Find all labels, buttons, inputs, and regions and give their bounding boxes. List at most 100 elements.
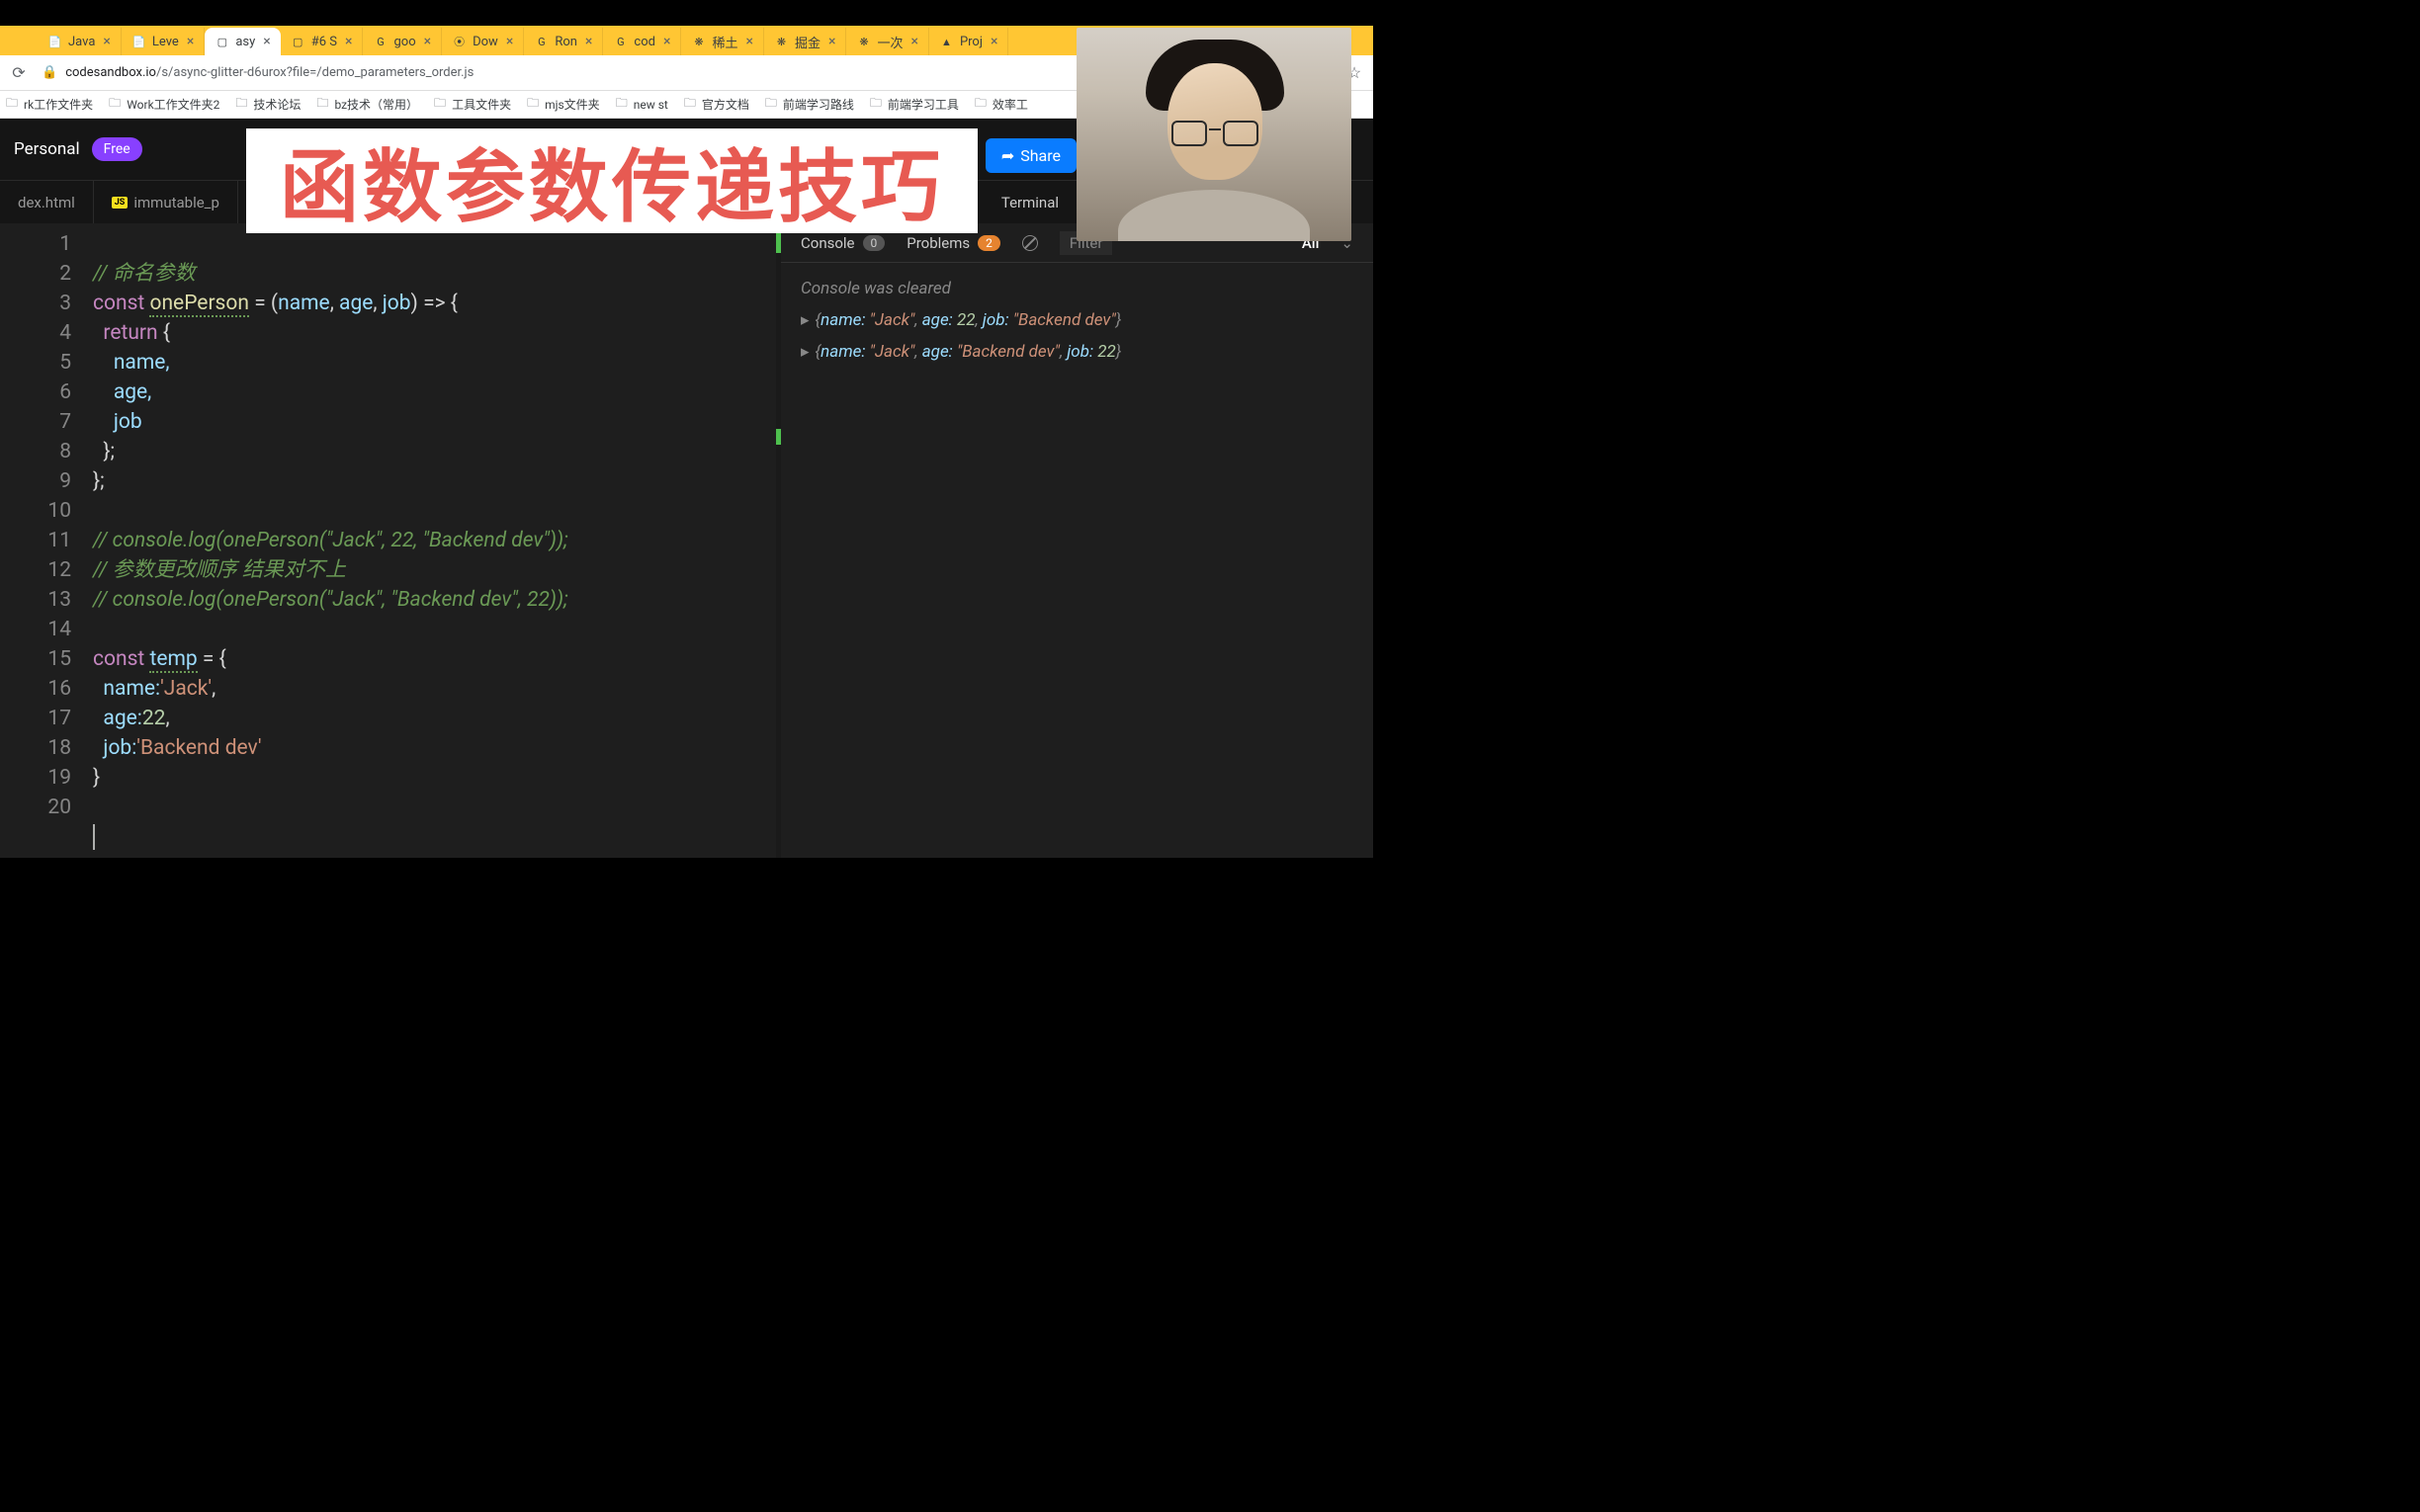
browser-tab[interactable]: ▢ #6 S × xyxy=(281,28,364,55)
tab-title: #6 S xyxy=(311,35,337,49)
close-tab-icon[interactable]: × xyxy=(745,34,752,49)
js-file-icon: JS xyxy=(112,197,129,209)
url-path: /s/async-glitter-d6urox?file=/demo_param… xyxy=(156,65,474,80)
bookmark-folder[interactable]: 🗀技术论坛 xyxy=(235,94,301,115)
tab-title: 一次 xyxy=(877,33,903,51)
browser-tab[interactable]: ❋ 稀土 × xyxy=(681,28,764,55)
bookmark-label: new st xyxy=(634,98,668,112)
folder-icon: 🗀 xyxy=(765,94,777,115)
folder-icon: 🗀 xyxy=(870,94,882,115)
console-output: Console was cleared ▸ {name: "Jack", age… xyxy=(781,263,1373,378)
video-overlay-title: 函数参数传递技巧 xyxy=(246,128,978,233)
close-tab-icon[interactable]: × xyxy=(991,34,997,49)
favicon: G xyxy=(534,35,549,49)
folder-icon: 🗀 xyxy=(109,94,121,115)
bookmark-label: 官方文档 xyxy=(702,96,749,113)
bookmark-label: 效率工 xyxy=(993,96,1028,113)
bookmark-folder[interactable]: 🗀rk工作文件夹 xyxy=(6,94,93,115)
terminal-tab[interactable]: Terminal xyxy=(984,194,1077,211)
tab-title: goo xyxy=(393,35,415,49)
favicon: ❋ xyxy=(774,35,789,49)
close-tab-icon[interactable]: × xyxy=(910,34,917,49)
workspace-label[interactable]: Personal xyxy=(14,139,80,159)
close-tab-icon[interactable]: × xyxy=(345,34,352,49)
tab-title: Dow xyxy=(473,35,498,49)
close-tab-icon[interactable]: × xyxy=(663,34,670,49)
favicon: ❋ xyxy=(691,35,706,49)
favicon: G xyxy=(373,35,388,49)
folder-icon: 🗀 xyxy=(975,94,987,115)
clear-console-icon[interactable] xyxy=(1022,235,1038,251)
bookmark-folder[interactable]: 🗀 mjs文件夹 xyxy=(527,94,600,115)
tab-title: Leve xyxy=(152,35,179,49)
close-tab-icon[interactable]: × xyxy=(506,34,513,49)
bookmark-label: mjs文件夹 xyxy=(545,96,600,113)
close-tab-icon[interactable]: × xyxy=(424,34,431,49)
favicon: ▲ xyxy=(939,35,954,49)
share-icon: ➦ xyxy=(1001,146,1014,165)
bookmark-folder[interactable]: 🗀 效率工 xyxy=(975,94,1028,115)
code-editor[interactable]: 1234567891011121314151617181920 // 命名参数 … xyxy=(0,223,781,858)
bookmark-folder[interactable]: 🗀 Work工作文件夹2 xyxy=(109,94,219,115)
browser-tab[interactable]: Ggoo × xyxy=(363,28,442,55)
close-tab-icon[interactable]: × xyxy=(187,34,194,49)
favicon: 📄 xyxy=(131,35,146,49)
devtools-panel: Console0 Problems2 Filter All ⌄ Console … xyxy=(781,223,1373,858)
bookmark-label: 前端学习路线 xyxy=(783,96,854,113)
webcam-overlay xyxy=(1077,28,1351,241)
editor-tab-immutable[interactable]: JSimmutable_p xyxy=(94,181,238,223)
browser-tab[interactable]: ❋ 一次 × xyxy=(846,28,929,55)
folder-icon: 🗀 xyxy=(316,94,328,115)
browser-tab[interactable]: ▢asy× xyxy=(205,28,280,55)
favicon: ⦿ xyxy=(452,35,467,49)
tab-title: 稀土 xyxy=(712,33,737,51)
tab-title: cod xyxy=(634,35,655,49)
browser-tab[interactable]: ▲ Proj × xyxy=(929,28,1009,55)
favicon: ❋ xyxy=(856,35,871,49)
editor-tab-index-html[interactable]: dex.html xyxy=(0,181,94,223)
bookmark-folder[interactable]: 🗀new st xyxy=(616,94,668,115)
favicon: 📄 xyxy=(47,35,62,49)
favicon: ▢ xyxy=(215,35,229,49)
close-tab-icon[interactable]: × xyxy=(828,34,835,49)
browser-tab[interactable]: ⦿ Dow × xyxy=(442,28,524,55)
tab-title: Java xyxy=(68,35,95,49)
console-object-row[interactable]: ▸ {name: "Jack", age: "Backend dev", job… xyxy=(801,336,1353,368)
console-object-row[interactable]: ▸ {name: "Jack", age: 22, job: "Backend … xyxy=(801,304,1353,336)
url-field[interactable]: 🔒 codesandbox.io/s/async-glitter-d6urox?… xyxy=(42,65,1205,80)
browser-tab[interactable]: 📄 Java × xyxy=(38,28,122,55)
favicon: G xyxy=(613,35,628,49)
bookmark-label: Work工作文件夹2 xyxy=(127,96,219,113)
bookmark-label: 工具文件夹 xyxy=(452,96,511,113)
text-cursor xyxy=(93,824,95,850)
close-tab-icon[interactable]: × xyxy=(263,34,270,49)
problems-count-badge: 2 xyxy=(978,235,1000,251)
close-tab-icon[interactable]: × xyxy=(103,34,110,49)
folder-icon: 🗀 xyxy=(527,94,539,115)
browser-tab[interactable]: G Ron × xyxy=(524,28,603,55)
close-tab-icon[interactable]: × xyxy=(585,34,592,49)
share-button-label: Share xyxy=(1020,146,1061,165)
reload-icon[interactable]: ⟳ xyxy=(10,64,28,82)
browser-tab[interactable]: ❋ 掘金 × xyxy=(764,28,847,55)
bookmark-folder[interactable]: 🗀 官方文档 xyxy=(684,94,749,115)
tab-title: 掘金 xyxy=(795,33,821,51)
folder-icon: 🗀 xyxy=(6,94,18,115)
browser-tab[interactable]: 📄 Leve × xyxy=(122,28,205,55)
code-content[interactable]: // 命名参数 const onePerson = (name, age, jo… xyxy=(93,223,781,858)
console-cleared-msg: Console was cleared xyxy=(801,273,1353,304)
bookmark-folder[interactable]: 🗀工具文件夹 xyxy=(434,94,511,115)
expand-triangle-icon[interactable]: ▸ xyxy=(801,310,810,330)
expand-triangle-icon[interactable]: ▸ xyxy=(801,342,810,362)
bookmark-folder[interactable]: 🗀bz技术（常用） xyxy=(316,94,418,115)
favicon: ▢ xyxy=(291,35,305,49)
bookmark-label: 前端学习工具 xyxy=(888,96,959,113)
folder-icon: 🗀 xyxy=(684,94,696,115)
tab-title: Proj xyxy=(960,35,983,49)
browser-tab[interactable]: Gcod × xyxy=(603,28,681,55)
bookmark-folder[interactable]: 🗀 前端学习工具 xyxy=(870,94,959,115)
share-button[interactable]: ➦ Share xyxy=(986,138,1077,173)
tab-title: Ron xyxy=(555,35,577,49)
line-gutter: 1234567891011121314151617181920 xyxy=(0,223,93,858)
bookmark-folder[interactable]: 🗀 前端学习路线 xyxy=(765,94,854,115)
